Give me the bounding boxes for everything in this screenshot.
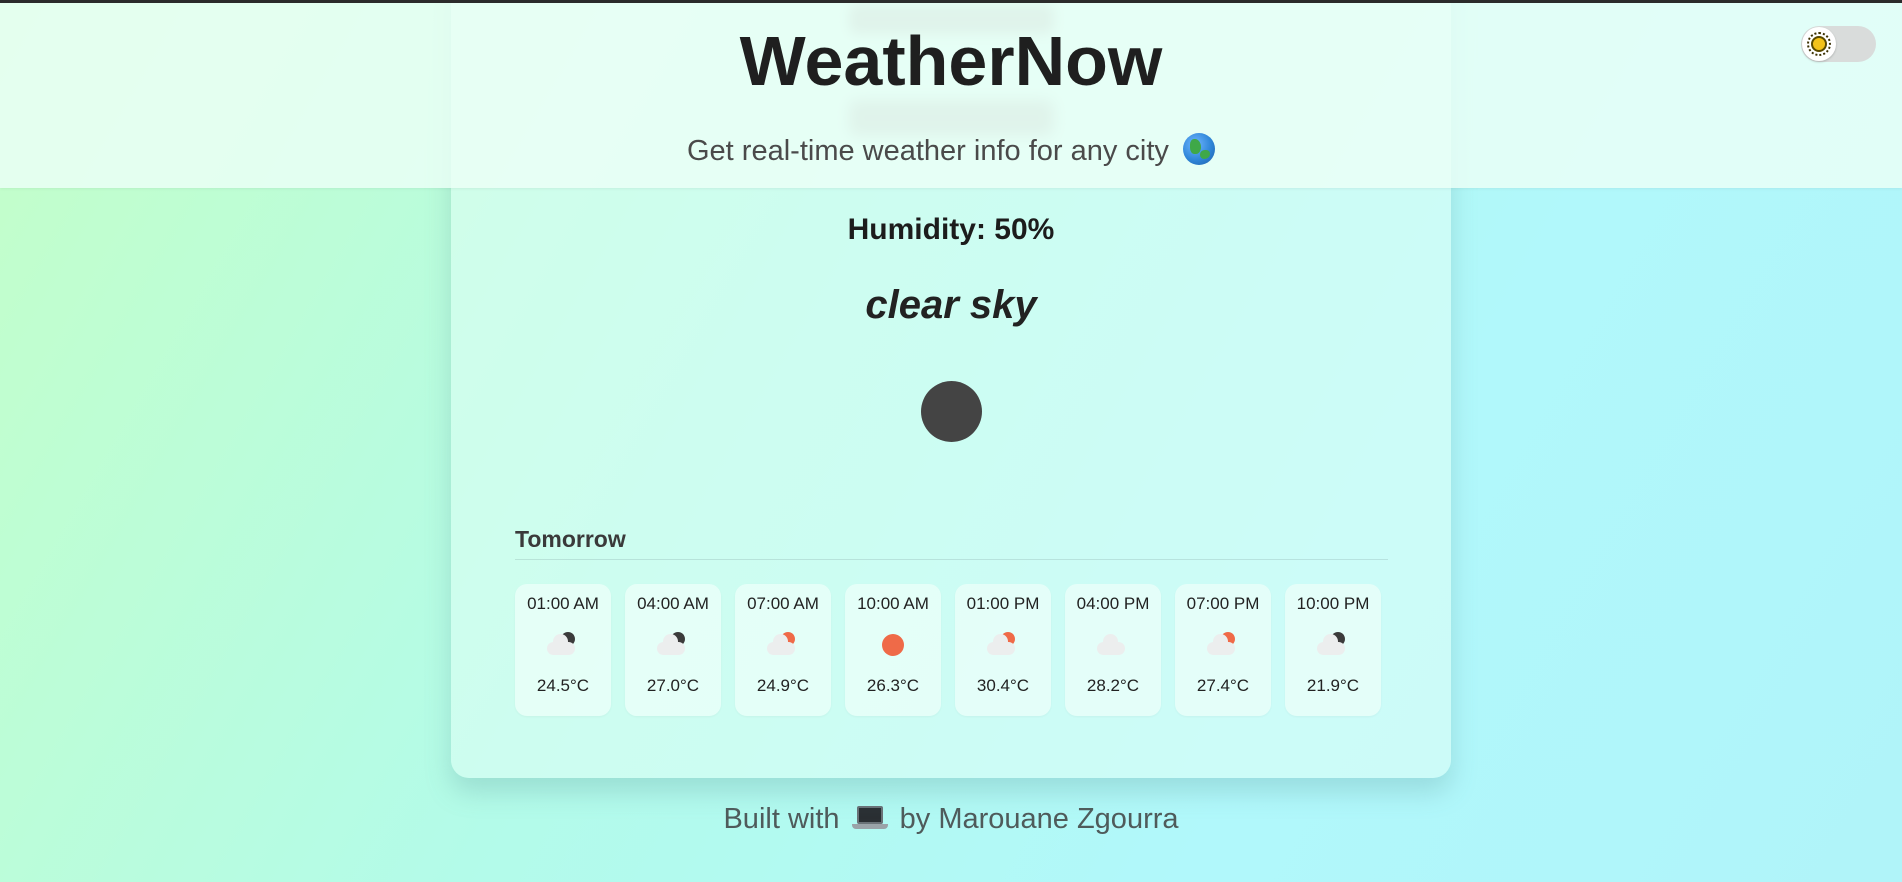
forecast-temp: 21.9°C bbox=[1306, 676, 1360, 695]
subtitle: Get real-time weather info for any city bbox=[0, 133, 1902, 168]
forecast-time: 10:00 AM bbox=[857, 594, 929, 613]
partly-cloudy-day-icon bbox=[1203, 630, 1243, 660]
laptop-icon bbox=[851, 804, 888, 832]
forecast-card[interactable]: 10:00 AM 26.3°C bbox=[845, 584, 941, 716]
footer: Built with by Marouane Zgourra bbox=[0, 803, 1902, 836]
forecast-card[interactable]: 10:00 PM 21.9°C bbox=[1285, 584, 1381, 716]
footer-author: by Marouane Zgourra bbox=[899, 803, 1179, 835]
forecast-time: 01:00 AM bbox=[527, 594, 599, 613]
forecast-card[interactable]: 07:00 AM 24.9°C bbox=[735, 584, 831, 716]
window-top-border bbox=[0, 0, 1902, 3]
clear-day-icon bbox=[873, 630, 913, 660]
forecast-time: 07:00 AM bbox=[747, 594, 819, 613]
forecast-time: 07:00 PM bbox=[1186, 594, 1260, 613]
theme-toggle-knob[interactable] bbox=[1802, 27, 1836, 61]
forecast-card[interactable]: 01:00 AM 24.5°C bbox=[515, 584, 611, 716]
humidity-value: Humidity: 50% bbox=[847, 213, 1055, 246]
forecast-temp: 27.4°C bbox=[1196, 676, 1250, 695]
section-divider bbox=[515, 559, 1388, 560]
weather-description: clear sky bbox=[865, 283, 1037, 327]
forecast-temp: 24.9°C bbox=[756, 676, 810, 695]
forecast-temp: 27.0°C bbox=[646, 676, 700, 695]
forecast-time: 10:00 PM bbox=[1296, 594, 1370, 613]
partly-cloudy-day-icon bbox=[983, 630, 1023, 660]
hourly-forecast: 01:00 AM 24.5°C 04:00 AM 27.0°C 07:00 AM… bbox=[515, 584, 1388, 716]
partly-cloudy-night-icon bbox=[543, 630, 583, 660]
forecast-time: 04:00 AM bbox=[637, 594, 709, 613]
forecast-time: 04:00 PM bbox=[1076, 594, 1150, 613]
forecast-temp: 26.3°C bbox=[866, 676, 920, 695]
globe-icon bbox=[1182, 133, 1215, 165]
forecast-card[interactable]: 04:00 AM 27.0°C bbox=[625, 584, 721, 716]
cloudy-icon bbox=[1093, 630, 1133, 660]
forecast-card[interactable]: 01:00 PM 30.4°C bbox=[955, 584, 1051, 716]
forecast-temp: 28.2°C bbox=[1086, 676, 1140, 695]
forecast-card[interactable]: 07:00 PM 27.4°C bbox=[1175, 584, 1271, 716]
partly-cloudy-day-icon bbox=[763, 630, 803, 660]
forecast-temp: 24.5°C bbox=[536, 676, 590, 695]
header: WeatherNow Get real-time weather info fo… bbox=[0, 3, 1902, 188]
sun-icon bbox=[1807, 32, 1831, 56]
subtitle-text: Get real-time weather info for any city bbox=[687, 135, 1169, 167]
partly-cloudy-night-icon bbox=[653, 630, 693, 660]
forecast-card[interactable]: 04:00 PM 28.2°C bbox=[1065, 584, 1161, 716]
footer-prefix: Built with bbox=[723, 803, 840, 835]
forecast-time: 01:00 PM bbox=[966, 594, 1040, 613]
forecast-temp: 30.4°C bbox=[976, 676, 1030, 695]
partly-cloudy-night-icon bbox=[1313, 630, 1353, 660]
theme-toggle[interactable] bbox=[1801, 26, 1876, 62]
clear-night-icon bbox=[921, 381, 982, 442]
forecast-section-title: Tomorrow bbox=[515, 526, 626, 552]
app-title: WeatherNow bbox=[739, 22, 1163, 100]
